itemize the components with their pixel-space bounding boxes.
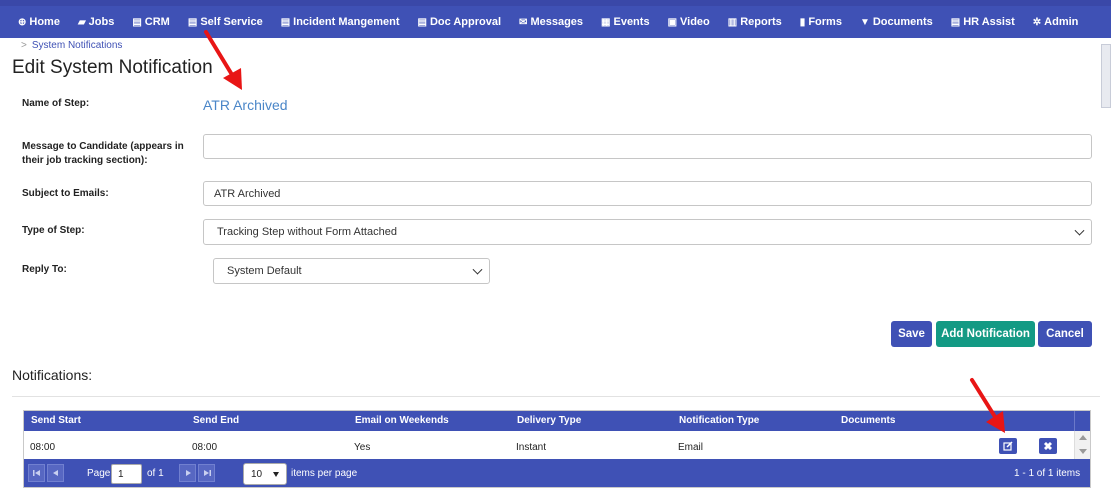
hr-icon: ▤ [950,16,961,28]
cell-send-end: 08:00 [192,442,218,453]
list-icon: ▤ [417,16,427,28]
nav-messages[interactable]: ✉ Messages [510,6,592,38]
name-of-step-label: Name of Step: [22,98,90,109]
page-label: Page [87,468,111,479]
nav-incident-mangement[interactable]: ▤ Incident Mangement [272,6,409,38]
add-notification-button[interactable]: Add Notification [936,321,1035,347]
breadcrumb-separator: > [21,40,27,51]
message-label: Message to Candidate (appears in their j… [22,141,184,166]
nav-hr-assist[interactable]: ▤ HR Assist [942,6,1024,38]
prev-page-icon[interactable] [47,464,64,482]
notifications-grid: Send Start Send End Email on Weekends De… [23,410,1091,488]
nav-label: Doc Approval [429,16,502,28]
nav-label: Incident Mangement [293,16,400,28]
notifications-heading: Notifications: [12,367,93,383]
items-per-page-label: items per page [291,468,358,479]
section-divider [12,396,1100,397]
nav-admin[interactable]: ✲ Admin [1024,6,1088,38]
filter-icon: ▼ [859,16,870,28]
delete-icon[interactable]: ✖ [1039,438,1057,454]
nav-label: Reports [740,16,782,28]
nav-self-service[interactable]: ▤ Self Service [179,6,272,38]
grid-scroll-header [1074,411,1090,431]
col-send-end[interactable]: Send End [193,415,239,426]
page-of-label: of 1 [147,468,164,479]
step-name-value: ATR Archived [203,97,288,113]
nav-label: Self Service [200,16,263,28]
nav-label: CRM [144,16,170,28]
envelope-icon: ✉ [519,16,528,28]
home-icon: ⊕ [18,16,27,28]
grid-header: Send Start Send End Email on Weekends De… [24,411,1074,431]
table-row[interactable]: 08:00 08:00 Yes Instant Email ✖ [24,431,1074,459]
nav-doc-approval[interactable]: ▤ Doc Approval [408,6,510,38]
col-notification-type[interactable]: Notification Type [679,415,759,426]
page-number-input[interactable]: 1 [111,464,142,484]
folder-icon: ▰ [77,16,86,28]
cell-send-start: 08:00 [30,442,56,453]
report-icon: ▥ [727,16,738,28]
reply-select[interactable]: System Default [213,258,490,284]
save-button[interactable]: Save [891,321,932,347]
crm-icon: ▤ [132,16,142,28]
nav-forms[interactable]: ▮ Forms [791,6,851,38]
cell-notification-type: Email [678,442,704,453]
breadcrumb: > System Notifications [21,40,122,51]
reply-label: Reply To: [22,264,67,275]
col-delivery-type[interactable]: Delivery Type [517,415,581,426]
nav-events[interactable]: ▦ Events [592,6,659,38]
nav-label: Events [613,16,650,28]
nav-label: Jobs [88,16,115,28]
subject-label: Subject to Emails: [22,188,109,199]
file-icon: ▮ [799,16,806,28]
nav-label: Home [29,16,60,28]
nav-home[interactable]: ⊕ Home [0,6,69,38]
edit-icon[interactable] [999,438,1017,454]
grid-pager: Page 1 of 1 10 items per page 1 - 1 of 1… [24,459,1090,487]
subject-input[interactable]: ATR Archived [203,181,1092,206]
first-page-icon[interactable] [28,464,45,482]
col-documents[interactable]: Documents [841,415,895,426]
message-input[interactable] [203,134,1092,159]
nav-reports[interactable]: ▥ Reports [719,6,791,38]
last-page-icon[interactable] [198,464,215,482]
next-page-icon[interactable] [179,464,196,482]
cell-weekends: Yes [354,442,371,453]
col-send-start[interactable]: Send Start [31,415,81,426]
page-size-select[interactable]: 10 [243,463,287,485]
list-icon: ▤ [280,16,291,28]
gear-icon: ✲ [1032,16,1042,28]
breadcrumb-link[interactable]: System Notifications [32,40,123,51]
nav-label: HR Assist [963,16,1015,28]
nav-label: Admin [1044,16,1079,28]
col-email-weekends[interactable]: Email on Weekends [355,415,449,426]
main-nav: ⊕ Home ▰ Jobs ▤ CRM ▤ Self Service ▤ Incident Man… [0,6,1111,38]
nav-label: Video [680,16,710,28]
nav-video[interactable]: ▣ Video [659,6,719,38]
cell-delivery-type: Instant [516,442,547,453]
nav-label: Messages [530,16,584,28]
type-select[interactable]: Tracking Step without Form Attached [203,219,1092,245]
list-icon: ▤ [187,16,198,28]
scroll-up-icon[interactable] [1079,435,1087,440]
cancel-button[interactable]: Cancel [1038,321,1092,347]
nav-documents[interactable]: ▼ Documents [851,6,942,38]
nav-label: Forms [808,16,842,28]
pager-summary: 1 - 1 of 1 items [1014,468,1081,479]
nav-jobs[interactable]: ▰ Jobs [69,6,123,38]
nav-crm[interactable]: ▤ CRM [123,6,179,38]
calendar-icon: ▦ [601,16,611,28]
nav-label: Documents [872,16,933,28]
video-icon: ▣ [667,16,678,28]
type-label: Type of Step: [22,225,85,236]
grid-scrollbar[interactable] [1074,431,1090,459]
scroll-down-icon[interactable] [1079,449,1087,454]
side-panel-tab[interactable] [1101,44,1111,108]
page-title: Edit System Notification [12,57,213,78]
